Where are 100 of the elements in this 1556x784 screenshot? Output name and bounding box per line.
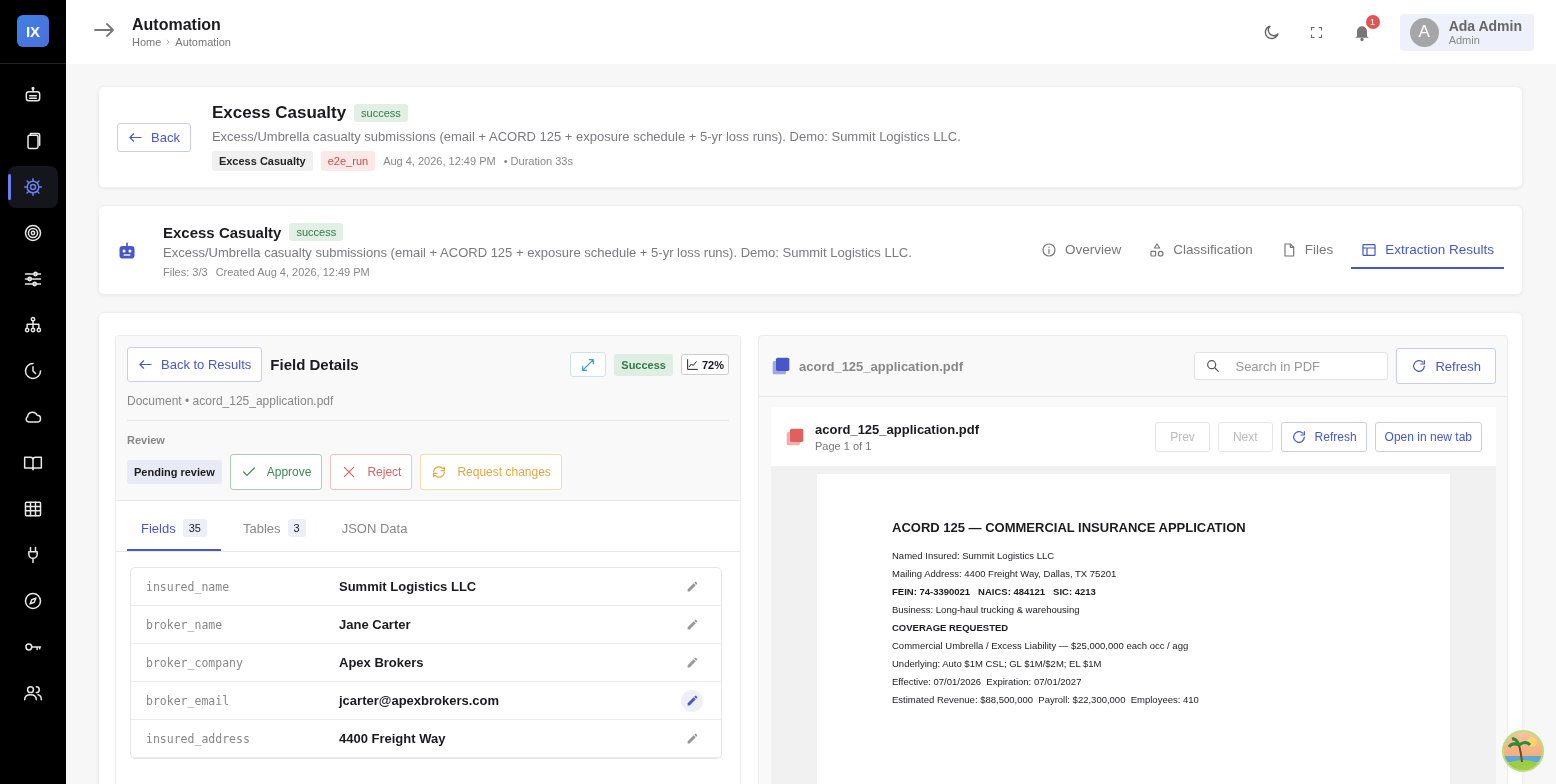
document-heading: ACORD 125 — COMMERCIAL INSURANCE APPLICATION xyxy=(892,520,1247,535)
robot-icon xyxy=(117,240,137,261)
breadcrumb-item[interactable]: Home xyxy=(132,36,162,48)
user-menu[interactable]: A Ada Admin Admin xyxy=(1399,13,1534,51)
field-name: broker_name xyxy=(145,617,224,632)
app-logo[interactable]: IX xyxy=(17,15,49,47)
automation-title: Excess Casualty xyxy=(163,223,282,241)
status-badge: success xyxy=(289,223,344,241)
chart-icon xyxy=(685,358,699,371)
field-value: 4400 Freight Way xyxy=(339,731,447,746)
document-line: FEIN: 74-3390021 NAICS: 484121 SIC: 4213 xyxy=(892,586,1097,597)
refresh-button[interactable]: Refresh xyxy=(1396,348,1496,384)
settings-icon xyxy=(23,177,43,197)
toolbar-button[interactable]: Refresh xyxy=(1280,421,1367,452)
document-line: Named Insured: Summit Logistics LLC xyxy=(892,550,1056,561)
robot-icon xyxy=(23,85,43,105)
tab[interactable]: Overview xyxy=(1030,232,1132,269)
page-indicator: Page 1 of 1 xyxy=(815,439,873,452)
refresh-icon xyxy=(1411,358,1428,374)
expand-button[interactable] xyxy=(570,352,607,377)
status-badge: Success xyxy=(614,353,673,376)
expand-icon xyxy=(580,356,597,373)
run-date: Aug 4, 2026, 12:49 PM xyxy=(383,155,496,167)
sliders-icon xyxy=(23,269,43,289)
user-name: Ada Admin xyxy=(1448,18,1522,34)
document-line: COVERAGE REQUESTED xyxy=(892,622,1010,633)
pencil-icon xyxy=(685,732,699,745)
hierarchy-icon xyxy=(23,315,43,335)
info-icon xyxy=(1040,241,1057,258)
search-icon xyxy=(1205,358,1222,374)
page-title: Automation xyxy=(132,16,222,34)
review-label: Review xyxy=(127,434,166,446)
field-name: insured_address xyxy=(145,731,251,746)
toolbar-button[interactable]: Open in new tab xyxy=(1374,421,1482,452)
created-date: Created Aug 4, 2026, 12:49 PM xyxy=(215,266,370,278)
tag: e2e_run xyxy=(320,151,376,171)
book-icon xyxy=(23,453,43,473)
shapes-icon xyxy=(1149,241,1166,258)
back-button[interactable]: Back xyxy=(117,122,191,152)
search-field[interactable]: Search in PDF xyxy=(1194,352,1389,380)
table-icon xyxy=(1361,241,1378,258)
review-status: Pending review xyxy=(127,460,222,484)
beach-avatar-button[interactable] xyxy=(1502,730,1544,772)
tab[interactable]: Extraction Results xyxy=(1351,232,1504,269)
document-line: Mailing Address: 4400 Freight Way, Dallas, TX 75201 xyxy=(892,568,1118,579)
confidence-badge: 72% xyxy=(680,354,729,375)
tab[interactable]: JSON Data xyxy=(327,501,422,551)
pencil-icon xyxy=(685,656,699,669)
run-title: Excess Casualty xyxy=(211,103,347,123)
tab[interactable]: Tables 3 xyxy=(228,501,320,551)
field-value: Apex Brokers xyxy=(339,655,425,670)
field-value: Jane Carter xyxy=(339,617,412,632)
document-line: Effective: 07/01/2026 Expiration: 07/01/2027 xyxy=(892,676,1083,687)
tab[interactable]: Fields 35 xyxy=(127,501,221,551)
tag: Excess Casualty xyxy=(211,151,313,171)
pdf-file-icon xyxy=(771,356,791,376)
tab[interactable]: Files xyxy=(1270,232,1344,269)
document-line: Commercial Umbrella / Excess Liability — $25,000,000 each occ / agg xyxy=(892,640,1190,651)
edit-button[interactable] xyxy=(681,689,703,712)
run-duration: • Duration 33s xyxy=(503,155,573,167)
field-value: Summit Logistics LLC xyxy=(339,579,478,594)
back-to-results-button[interactable]: Back to Results xyxy=(127,347,263,382)
table-icon xyxy=(23,499,43,519)
count-badge: 35 xyxy=(182,519,207,537)
panel-title: Field Details xyxy=(270,356,359,373)
user-role: Admin xyxy=(1448,34,1481,46)
tab[interactable]: Classification xyxy=(1139,232,1263,269)
field-value: jcarter@apexbrokers.com xyxy=(339,693,501,708)
pencil-icon xyxy=(685,618,699,631)
users-icon xyxy=(23,683,43,703)
user-avatar: A xyxy=(1409,17,1439,47)
field-name: insured_name xyxy=(145,579,231,594)
notification-badge: 1 xyxy=(1365,15,1380,29)
reject-button[interactable]: Reject xyxy=(330,454,413,490)
field-name: broker_company xyxy=(145,655,244,670)
breadcrumb-item: Automation xyxy=(175,36,231,48)
sync-icon xyxy=(431,464,448,480)
automation-description: Excess/Umbrella casualty submissions (email + ACORD 125 + exposure schedule + 5-yr loss runs). Demo: Summit Logistics LLC. xyxy=(163,245,912,260)
document-line: Estimated Revenue: $88,500,000 Payroll: $22,300,000 Employees: 410 xyxy=(892,694,1200,705)
refresh-icon xyxy=(1290,428,1307,445)
file-name: acord_125_application.pdf xyxy=(799,358,963,374)
fullscreen-icon xyxy=(1308,24,1324,40)
compass-icon xyxy=(23,591,43,611)
document-subtitle: Document • acord_125_application.pdf xyxy=(127,382,729,421)
field-name: broker_email xyxy=(145,693,231,708)
pencil-icon xyxy=(685,580,699,593)
pencil-icon xyxy=(685,694,699,707)
history-icon xyxy=(23,361,43,381)
document-line: Underlying: Auto $1M CSL; GL $1M/$2M; EL $1M xyxy=(892,658,1103,669)
files-count: Files: 3/3 xyxy=(163,266,208,278)
approve-button[interactable]: Approve xyxy=(229,454,323,490)
arrow-left-icon xyxy=(138,357,153,372)
target-icon xyxy=(23,223,43,243)
count-badge: 3 xyxy=(287,519,306,537)
search-input[interactable]: Search in PDF xyxy=(1233,357,1358,375)
document-title: acord_125_application.pdf xyxy=(815,421,979,437)
pdf-file-icon xyxy=(785,426,805,447)
document-line: Business: Long-haul trucking & warehousing xyxy=(892,604,1081,615)
status-badge: success xyxy=(354,104,408,122)
run-description: Excess/Umbrella casualty submissions (email + ACORD 125 + exposure schedule + 5-yr loss runs). Demo: Summit Logistics LLC. xyxy=(211,129,961,144)
